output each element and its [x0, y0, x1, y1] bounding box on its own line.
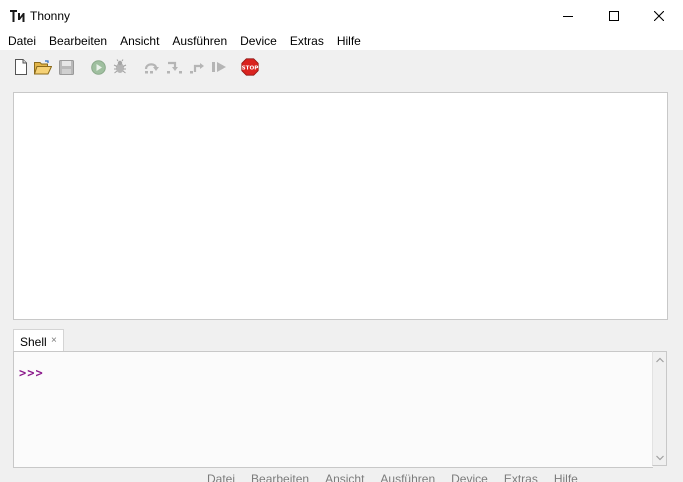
- stop-label: STOP: [242, 65, 259, 71]
- step-into-icon: [166, 61, 182, 74]
- menu-bearbeiten[interactable]: Bearbeiten: [42, 32, 113, 50]
- title-bar: Thonny: [0, 0, 683, 32]
- resume-button[interactable]: [210, 58, 228, 76]
- maximize-button[interactable]: [591, 0, 637, 32]
- tab-close-icon[interactable]: ×: [51, 335, 57, 346]
- save-icon: [58, 59, 74, 75]
- step-into-button[interactable]: [165, 58, 183, 76]
- menu-ansicht[interactable]: Ansicht: [113, 32, 165, 50]
- open-file-button[interactable]: [34, 58, 52, 76]
- debug-bug-icon: [113, 59, 127, 74]
- run-button[interactable]: [89, 58, 107, 76]
- run-icon: [90, 59, 106, 75]
- stop-icon: STOP: [241, 58, 259, 76]
- menu-extras[interactable]: Extras: [283, 32, 330, 50]
- new-file-icon: [15, 59, 27, 75]
- menu-bar: Datei Bearbeiten Ansicht Ausführen Devic…: [0, 32, 683, 50]
- scroll-up-icon[interactable]: [656, 357, 664, 363]
- resume-icon: [211, 62, 226, 72]
- background-menu-item: Datei: [207, 474, 236, 482]
- menu-datei[interactable]: Datei: [0, 32, 42, 50]
- minimize-button[interactable]: [545, 0, 591, 32]
- stop-button[interactable]: STOP: [241, 58, 259, 76]
- maximize-icon: [609, 11, 619, 21]
- step-out-icon: [189, 63, 204, 74]
- thonny-logo-icon: [10, 10, 25, 22]
- background-menu-item: Bearbeiten: [251, 474, 310, 482]
- close-button[interactable]: [636, 0, 682, 32]
- close-icon: [654, 11, 664, 21]
- save-button[interactable]: [57, 58, 75, 76]
- shell-console[interactable]: >>>: [13, 351, 653, 468]
- menu-ausfuehren[interactable]: Ausführen: [165, 32, 233, 50]
- menu-hilfe[interactable]: Hilfe: [330, 32, 367, 50]
- tab-shell-label: Shell: [20, 335, 47, 349]
- step-over-button[interactable]: [143, 58, 161, 76]
- background-menu-item: Hilfe: [553, 474, 578, 482]
- new-file-button[interactable]: [12, 58, 30, 76]
- step-out-button[interactable]: [188, 58, 206, 76]
- step-over-icon: [144, 63, 159, 74]
- menu-device[interactable]: Device: [233, 32, 283, 50]
- toolbar: STOP: [0, 50, 683, 86]
- shell-scrollbar[interactable]: [652, 351, 667, 466]
- background-menu-item: Ansicht: [325, 474, 365, 482]
- tab-shell[interactable]: Shell ×: [13, 329, 64, 351]
- background-window-menu: Datei Bearbeiten Ansicht Ausführen Devic…: [207, 474, 594, 482]
- minimize-icon: [563, 16, 573, 17]
- window-title: Thonny: [30, 9, 71, 23]
- background-menu-item: Device: [451, 474, 488, 482]
- debug-button[interactable]: [111, 58, 129, 76]
- open-folder-icon: [34, 59, 52, 74]
- shell-prompt: >>>: [19, 366, 44, 380]
- background-menu-item: Extras: [503, 474, 538, 482]
- scroll-down-icon[interactable]: [656, 455, 664, 461]
- code-editor[interactable]: [13, 92, 668, 320]
- background-menu-item: Ausführen: [380, 474, 436, 482]
